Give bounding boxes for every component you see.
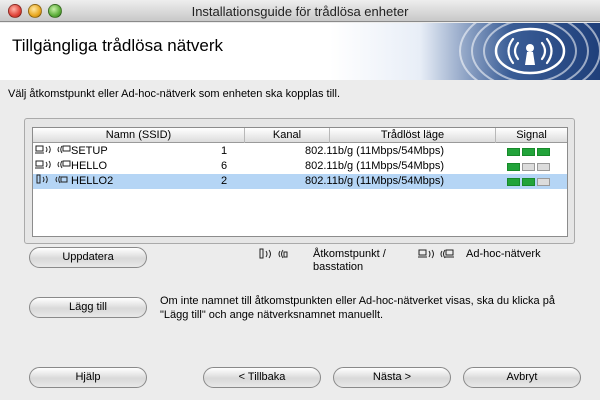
access-point-icon	[259, 248, 288, 259]
network-mode-cell: 802.11b/g (11Mbps/54Mbps)	[305, 175, 445, 187]
network-row[interactable]: SETUP 1 802.11b/g (11Mbps/54Mbps)	[33, 144, 567, 159]
legend-access-point-line1: Åtkomstpunkt /	[313, 248, 386, 260]
instruction-text: Välj åtkomstpunkt eller Ad-hoc-nätverk s…	[8, 88, 340, 100]
column-header-mode[interactable]: Trådlöst läge	[330, 128, 496, 143]
legend-access-point-label: Åtkomstpunkt / basstation	[313, 248, 386, 274]
network-ssid-cell: HELLO2	[35, 174, 113, 189]
refresh-button[interactable]: Uppdatera	[29, 247, 147, 268]
signal-bar	[507, 148, 520, 156]
back-button[interactable]: < Tillbaka	[203, 367, 321, 388]
title-bar[interactable]: Installationsguide för trådlösa enheter	[0, 0, 600, 22]
network-mode-cell: 802.11b/g (11Mbps/54Mbps)	[305, 160, 445, 172]
network-channel-cell: 6	[221, 160, 228, 172]
network-row[interactable]: HELLO 6 802.11b/g (11Mbps/54Mbps)	[33, 159, 567, 174]
network-ssid-label: SETUP	[71, 145, 108, 157]
next-button[interactable]: Nästa >	[333, 367, 451, 388]
signal-bar	[522, 178, 535, 186]
column-header-ssid[interactable]: Namn (SSID)	[33, 128, 245, 143]
signal-bar	[507, 178, 520, 186]
signal-bar	[537, 148, 550, 156]
signal-bar	[522, 148, 535, 156]
signal-bar	[507, 163, 520, 171]
column-header-channel[interactable]: Kanal	[245, 128, 330, 143]
legend-access-point-line2: basstation	[313, 261, 364, 273]
cancel-button[interactable]: Avbryt	[463, 367, 581, 388]
network-row[interactable]: HELLO2 2 802.11b/g (11Mbps/54Mbps)	[33, 174, 567, 189]
adhoc-network-icon	[35, 145, 71, 154]
signal-bar	[522, 163, 535, 171]
signal-bar	[537, 163, 550, 171]
legend-adhoc-label: Ad-hoc-nätverk	[466, 248, 541, 260]
help-button[interactable]: Hjälp	[29, 367, 147, 388]
network-ssid-cell: HELLO	[35, 159, 107, 174]
add-network-button[interactable]: Lägg till	[29, 297, 147, 318]
manual-add-info-text: Om inte namnet till åtkomstpunkten eller…	[160, 295, 555, 321]
network-channel-cell: 1	[221, 145, 228, 157]
network-mode-cell: 802.11b/g (11Mbps/54Mbps)	[305, 145, 445, 157]
adhoc-network-icon	[418, 249, 454, 259]
page-title: Tillgängliga trådlösa nätverk	[12, 36, 224, 55]
access-point-icon	[36, 174, 68, 184]
network-ssid-cell: SETUP	[35, 144, 108, 159]
network-list[interactable]: Namn (SSID) Kanal Trådlöst läge Signal S…	[32, 127, 568, 237]
network-channel-cell: 2	[221, 175, 228, 187]
adhoc-network-icon	[35, 160, 71, 169]
signal-bar	[537, 178, 550, 186]
installer-window: Installationsguide för trådlösa enheter …	[0, 0, 600, 400]
column-header-signal[interactable]: Signal	[496, 128, 567, 143]
network-list-header: Namn (SSID) Kanal Trådlöst läge Signal	[33, 128, 567, 143]
network-ssid-label: HELLO	[71, 160, 108, 172]
wireless-signal-logo-icon	[459, 23, 600, 80]
window-title: Installationsguide för trådlösa enheter	[191, 4, 409, 19]
header-banner: Tillgängliga trådlösa nätverk	[0, 23, 600, 80]
network-ssid-label: HELLO2	[71, 175, 114, 187]
